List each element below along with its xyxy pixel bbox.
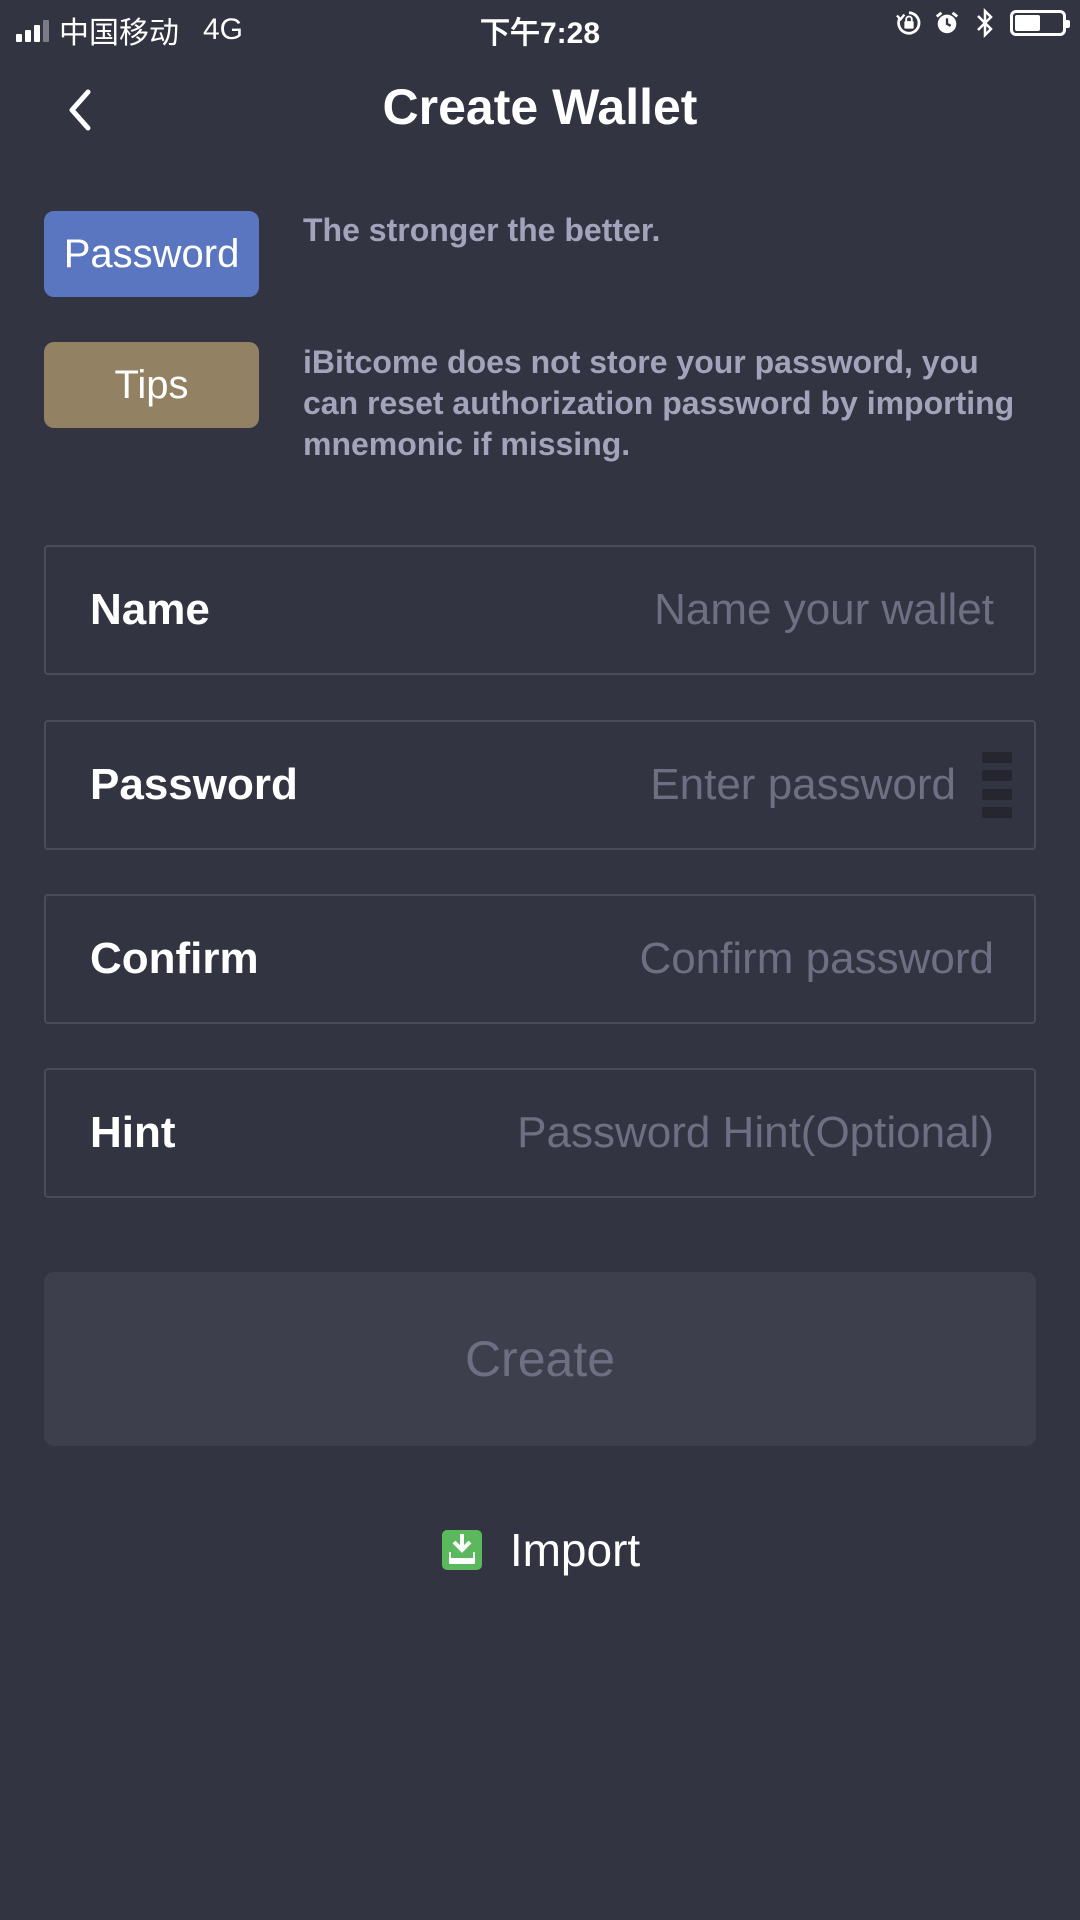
tips-info-text: iBitcome does not store your password, y… — [303, 344, 1015, 462]
rotation-lock-icon — [896, 10, 922, 36]
status-bar: 中国移动 4G 下午7:28 — [0, 0, 1080, 52]
create-button-label: Create — [464, 1331, 616, 1387]
create-button[interactable]: Create — [44, 1272, 1036, 1446]
password-keyboard-icon[interactable] — [982, 752, 1012, 818]
import-link[interactable]: Import — [0, 1520, 1080, 1580]
password-info-text: The stronger the better. — [303, 212, 661, 248]
battery-level — [1015, 15, 1040, 31]
hint-input[interactable] — [374, 1070, 994, 1196]
nav-bar: Create Wallet — [0, 60, 1080, 156]
password-field: Password — [44, 720, 1036, 850]
hint-field: Hint — [44, 1068, 1036, 1198]
name-field: Name — [44, 545, 1036, 675]
password-input[interactable] — [396, 722, 956, 848]
password-label: Password — [90, 760, 298, 809]
confirm-input[interactable] — [374, 896, 994, 1022]
confirm-label: Confirm — [90, 934, 259, 983]
download-tray-icon — [441, 1530, 482, 1570]
alarm-icon — [934, 10, 960, 36]
tips-tag: Tips — [44, 342, 259, 428]
import-label: Import — [509, 1524, 641, 1576]
name-input[interactable] — [374, 547, 994, 673]
battery-icon — [1010, 10, 1070, 36]
confirm-field: Confirm — [44, 894, 1036, 1024]
hint-label: Hint — [90, 1108, 176, 1157]
bluetooth-icon — [972, 8, 998, 38]
status-right — [896, 8, 1070, 38]
password-tag: Password — [44, 211, 259, 297]
name-label: Name — [90, 585, 210, 634]
page-title: Create Wallet — [382, 79, 698, 135]
